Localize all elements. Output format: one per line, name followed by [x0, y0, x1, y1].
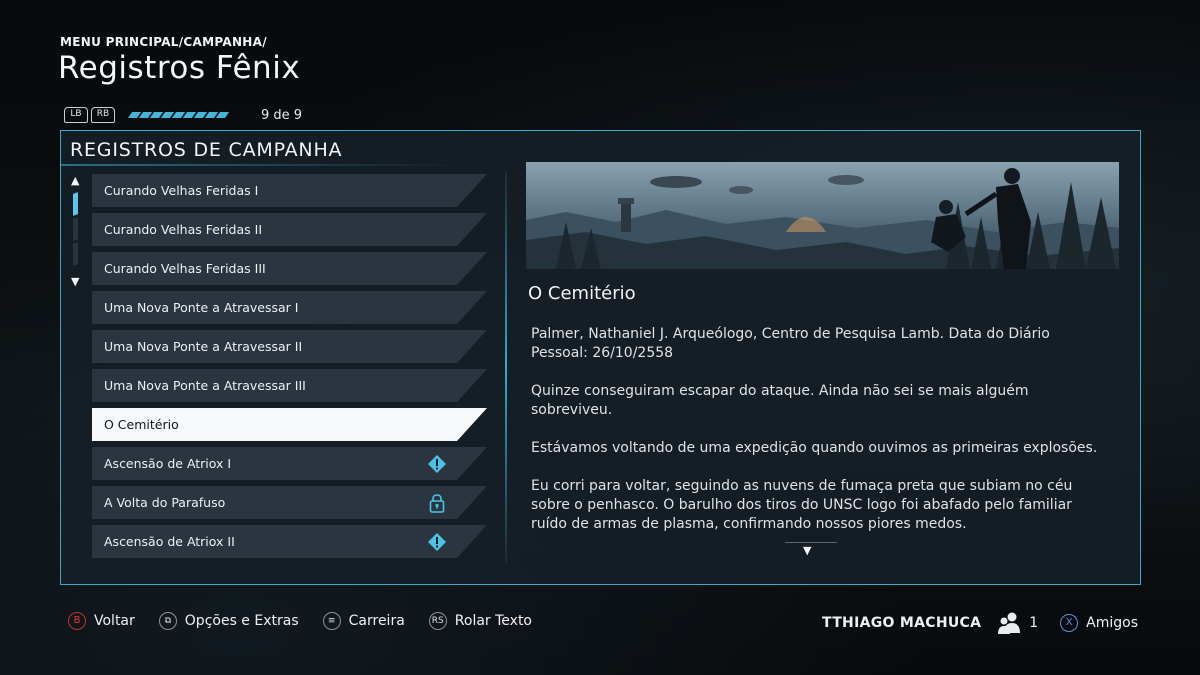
- panel-divider: [505, 171, 507, 563]
- log-list-item[interactable]: Uma Nova Ponte a Atravessar II: [92, 330, 487, 363]
- log-item-label: Curando Velhas Feridas III: [104, 261, 266, 276]
- hint-label: Opções e Extras: [184, 613, 299, 629]
- scrollbar-thumb[interactable]: [73, 192, 78, 216]
- gamertag[interactable]: TTHIAGO MACHUCA: [822, 615, 981, 631]
- log-item-label: Curando Velhas Feridas I: [104, 183, 259, 198]
- battlefield-artwork: [526, 162, 1119, 269]
- friends-icon[interactable]: [997, 612, 1023, 634]
- scroll-down-icon[interactable]: ▼: [71, 275, 79, 288]
- entry-paragraph: Palmer, Nathaniel J. Arqueólogo, Centro …: [531, 326, 1050, 361]
- new-diamond-icon: [427, 454, 447, 474]
- friends-online-count: 1: [1029, 615, 1039, 631]
- log-list-item[interactable]: Curando Velhas Feridas II: [92, 213, 487, 246]
- view-button-icon: ⧉: [158, 612, 177, 630]
- hint-op-es-e-extras[interactable]: ⧉ Opções e Extras: [158, 612, 299, 630]
- log-list-item[interactable]: Ascensão de Atriox I: [92, 447, 487, 480]
- page-indicator: 9 de 9: [261, 107, 303, 123]
- more-text-line: [785, 542, 837, 543]
- log-item-label: Ascensão de Atriox I: [104, 456, 232, 471]
- log-list-item[interactable]: Uma Nova Ponte a Atravessar III: [92, 369, 487, 402]
- log-list-item[interactable]: O Cemitério: [92, 408, 487, 441]
- lock-icon: [427, 493, 447, 513]
- panel-title: REGISTROS DE CAMPANHA: [70, 139, 343, 161]
- log-list-item[interactable]: Ascensão de Atriox II: [92, 525, 487, 558]
- entry-paragraph: Quinze conseguiram escapar do ataque. Ai…: [531, 383, 1029, 418]
- hint-label: Voltar: [94, 613, 135, 629]
- log-list-item[interactable]: Curando Velhas Feridas III: [92, 252, 487, 285]
- page-title: Registros Fênix: [58, 50, 301, 86]
- button-hints: B Voltar ⧉ Opções e Extras ≡ Carreira RS Rolar …: [68, 612, 556, 630]
- right-stick-icon: RS: [428, 612, 447, 630]
- log-item-label: O Cemitério: [104, 417, 179, 432]
- hint-label: Carreira: [348, 613, 405, 629]
- log-item-label: Uma Nova Ponte a Atravessar III: [104, 378, 306, 393]
- x-button-icon: X: [1060, 614, 1079, 632]
- friends-label[interactable]: Amigos: [1086, 615, 1138, 631]
- log-item-label: Curando Velhas Feridas II: [104, 222, 263, 237]
- entry-body[interactable]: Palmer, Nathaniel J. Arqueólogo, Centro …: [531, 325, 1106, 553]
- breadcrumb: MENU PRINCIPAL/CAMPANHA/: [60, 35, 267, 49]
- list-scrollbar[interactable]: [73, 192, 78, 268]
- hint-rolar-texto[interactable]: RS Rolar Texto: [428, 612, 532, 630]
- page-progress-bar: [127, 112, 230, 118]
- log-item-label: Uma Nova Ponte a Atravessar II: [104, 339, 303, 354]
- log-item-label: A Volta do Parafuso: [104, 495, 226, 510]
- b-button-icon: B: [68, 612, 86, 630]
- entry-paragraph: Estávamos voltando de uma expedição quan…: [531, 440, 1098, 456]
- player-info: TTHIAGO MACHUCA 1 X Amigos: [822, 612, 1138, 634]
- log-list-item[interactable]: Uma Nova Ponte a Atravessar I: [92, 291, 487, 324]
- scroll-up-icon[interactable]: ▲: [71, 174, 79, 187]
- log-list-item[interactable]: A Volta do Parafuso: [92, 486, 487, 519]
- entry-paragraph: Eu corri para voltar, seguindo as nuvens…: [531, 478, 1073, 532]
- campaign-logs-panel: REGISTROS DE CAMPANHA ▲ ▼ Curando Velhas…: [60, 130, 1141, 585]
- rb-bumper-icon[interactable]: RB: [91, 107, 115, 123]
- new-diamond-icon: [427, 532, 447, 552]
- log-list-item[interactable]: Curando Velhas Feridas I: [92, 174, 487, 207]
- page-pager: LB RB 9 de 9: [64, 107, 302, 123]
- title-underline: [61, 164, 461, 166]
- more-text-down-icon[interactable]: ▼: [803, 544, 811, 557]
- hint-voltar[interactable]: B Voltar: [68, 612, 135, 630]
- lb-bumper-icon[interactable]: LB: [64, 107, 88, 123]
- entry-title: O Cemitério: [528, 283, 636, 304]
- log-item-label: Uma Nova Ponte a Atravessar I: [104, 300, 299, 315]
- log-item-label: Ascensão de Atriox II: [104, 534, 235, 549]
- menu-button-icon: ≡: [322, 612, 341, 630]
- hint-label: Rolar Texto: [454, 613, 532, 629]
- scrollbar-segment: [73, 217, 78, 241]
- scrollbar-segment: [73, 242, 78, 266]
- hint-carreira[interactable]: ≡ Carreira: [322, 612, 405, 630]
- log-list: Curando Velhas Feridas I Curando Velhas F…: [92, 174, 487, 564]
- progress-segment: [215, 112, 230, 118]
- entry-hero-image: [526, 162, 1119, 269]
